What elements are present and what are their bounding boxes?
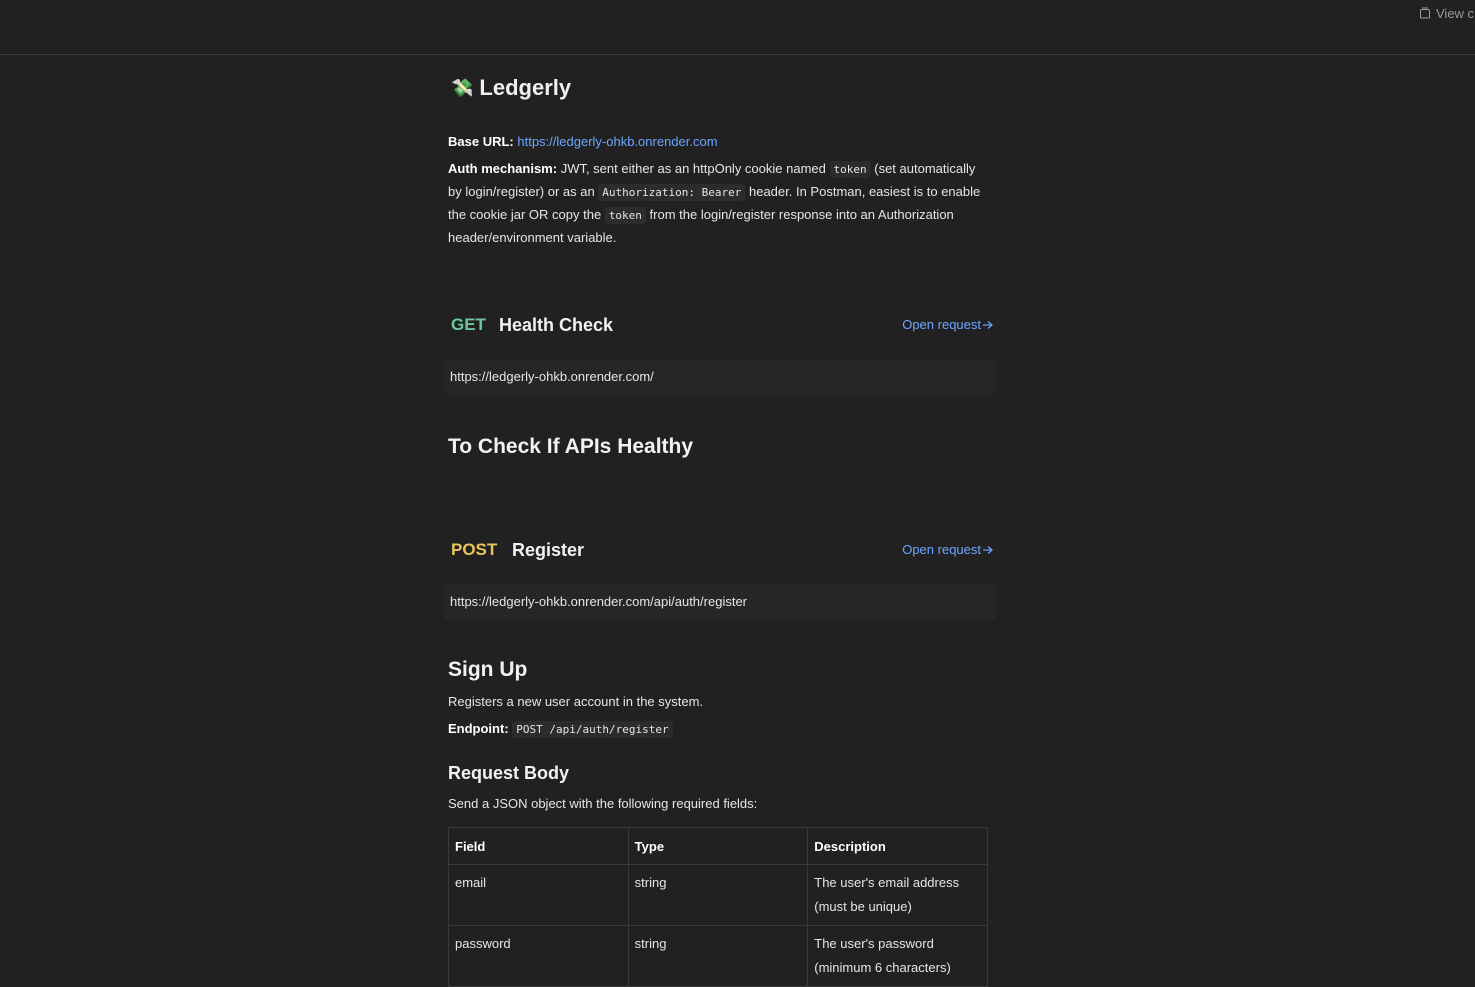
- auth-code-token-2: token: [604, 207, 646, 224]
- table-header-cell: Field: [448, 827, 629, 865]
- auth-text-1: JWT, sent either as an httpOnly cookie n…: [557, 161, 830, 176]
- request-body-heading: Request Body: [448, 763, 570, 783]
- method-badge-get: GET: [451, 315, 486, 334]
- table-header-cell: Type: [627, 827, 809, 865]
- request-name: Register: [512, 540, 585, 560]
- endpoint-line: Endpoint: POST /api/auth/register: [448, 718, 673, 741]
- view-collection-label: View c: [1436, 5, 1475, 21]
- table-header-cell: Description: [807, 827, 988, 865]
- section-heading: Sign Up: [448, 658, 528, 681]
- auth-code-header: Authorization: Bearer: [598, 184, 746, 201]
- method-badge-post: POST: [451, 540, 498, 559]
- collection-icon: [1420, 7, 1430, 19]
- open-request-label: Open request: [902, 542, 981, 557]
- table-row: password string The user's password (min…: [448, 925, 988, 987]
- top-bar: View c: [0, 0, 1475, 55]
- base-url-label: Base URL:: [448, 134, 514, 149]
- arrow-right-icon: [983, 546, 993, 554]
- auth-label: Auth mechanism:: [448, 161, 558, 176]
- table-cell: string: [627, 864, 809, 926]
- open-request-link[interactable]: Open request: [902, 313, 993, 337]
- endpoint-label: Endpoint:: [448, 721, 509, 736]
- section-heading: To Check If APIs Healthy: [448, 435, 694, 458]
- arrow-right-icon: [983, 321, 993, 329]
- request-header-register: POST Register Open request: [448, 538, 993, 562]
- request-url-box[interactable]: https://ledgerly-ohkb.onrender.com/: [444, 359, 996, 395]
- table-cell: string: [627, 925, 809, 987]
- open-request-label: Open request: [902, 317, 981, 332]
- base-url-link[interactable]: https://ledgerly-ohkb.onrender.com: [517, 134, 717, 149]
- money-emoji-icon: 💸: [451, 77, 474, 98]
- auth-paragraph: Auth mechanism: JWT, sent either as an h…: [448, 158, 988, 249]
- request-name: Health Check: [499, 315, 614, 335]
- request-description: Registers a new user account in the syst…: [448, 694, 704, 709]
- open-request-link[interactable]: Open request: [902, 538, 993, 562]
- request-header-health-check: GET Health Check Open request: [448, 313, 993, 337]
- request-body-table: Field Type Description email string The …: [448, 827, 988, 987]
- request-url-box[interactable]: https://ledgerly-ohkb.onrender.com/api/a…: [444, 584, 996, 620]
- table-cell: password: [448, 925, 629, 987]
- endpoint-code: POST /api/auth/register: [512, 721, 673, 738]
- auth-code-token: token: [829, 161, 871, 178]
- collection-title-text: Ledgerly: [479, 75, 572, 100]
- base-url-line: Base URL: https://ledgerly-ohkb.onrender…: [448, 131, 996, 153]
- table-header-row: Field Type Description: [448, 827, 988, 865]
- request-body-text: Send a JSON object with the following re…: [448, 796, 758, 811]
- table-cell: The user's email address (must be unique…: [807, 864, 988, 926]
- view-collection-button[interactable]: View c: [1419, 5, 1475, 21]
- table-cell: email: [448, 864, 629, 926]
- table-row: email string The user's email address (m…: [448, 864, 988, 926]
- table-cell: The user's password (minimum 6 character…: [807, 925, 988, 987]
- collection-title: 💸 Ledgerly: [451, 75, 571, 101]
